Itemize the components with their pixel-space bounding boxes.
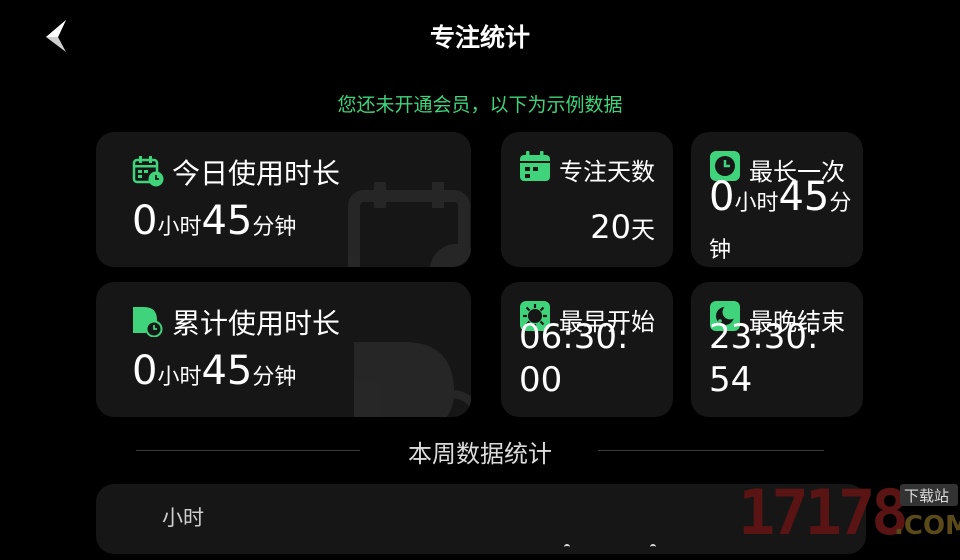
site-watermark-logo: 17178 .COM 下载站 [738, 476, 960, 540]
calendar-clock-icon [132, 156, 164, 187]
today-usage-label: 今日使用时长 [172, 157, 341, 190]
page-title: 专注统计 [429, 23, 530, 52]
earliest-start-card: 最早开始 06:30:00 [501, 282, 673, 417]
focus-days-card: 专注天数 20天 [501, 132, 673, 267]
y-axis-unit-label: 小时 [162, 506, 204, 530]
today-usage-card: 今日使用时长 0小时45分钟 [96, 132, 471, 267]
member-notice: 您还未开通会员，以下为示例数据 [337, 94, 623, 116]
svg-text:下载站: 下载站 [904, 487, 949, 505]
calendar-watermark-icon [348, 182, 471, 267]
focus-days-value: 20天 [590, 208, 655, 246]
chart-bar [650, 544, 656, 560]
longest-session-card: 最长一次 0小时45分钟 [691, 132, 863, 267]
weekly-section-title: 本周数据统计 [408, 440, 552, 468]
latest-end-card: 最晚结束 23:30:54 [691, 282, 863, 417]
focus-days-label: 专注天数 [559, 158, 655, 186]
svg-text:17178: 17178 [738, 476, 905, 540]
calendar-icon [520, 151, 550, 181]
total-usage-value: 0小时45分钟 [132, 348, 297, 394]
latest-end-value: 23:30:54 [709, 317, 819, 400]
earliest-start-value: 06:30:00 [519, 317, 629, 400]
chart-bar [564, 544, 570, 560]
total-usage-card: 累计使用时长 0小时45分钟 [96, 282, 471, 417]
longest-session-value: 0小时45分钟 [709, 174, 852, 263]
document-clock-icon [133, 307, 163, 337]
svg-text:.COM: .COM [894, 511, 960, 540]
today-usage-value: 0小时45分钟 [132, 198, 297, 244]
document-watermark-icon [354, 342, 471, 417]
total-usage-label: 累计使用时长 [172, 307, 341, 340]
